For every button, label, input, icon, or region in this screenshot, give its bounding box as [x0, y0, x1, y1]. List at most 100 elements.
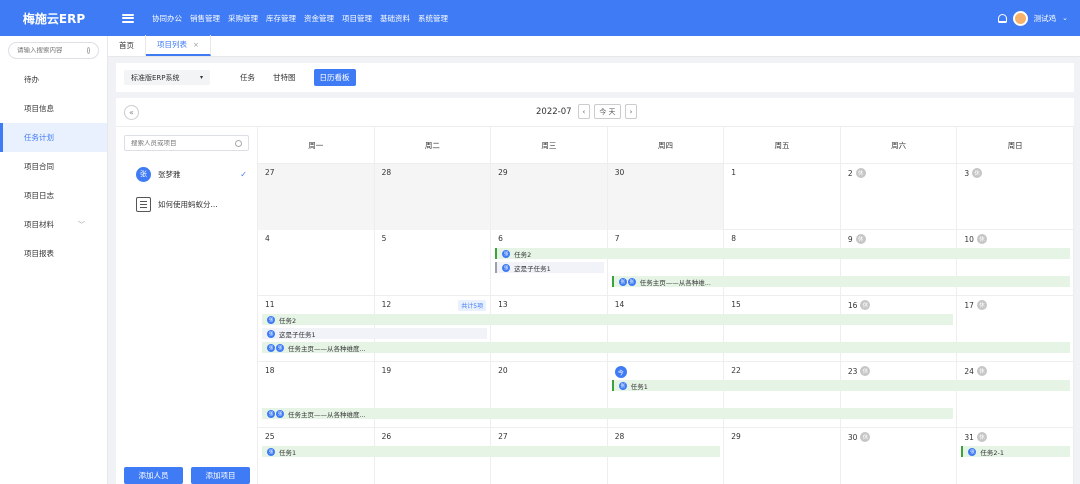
task-bar[interactable]: 张张任务主页——从各种维...: [611, 276, 1070, 287]
sidebar-item-label: 待办: [24, 75, 39, 84]
user-name[interactable]: 测试鸡: [1034, 13, 1057, 24]
day-number: 26: [382, 432, 392, 441]
member-item[interactable]: 张 张梦雅 ✓: [116, 159, 257, 189]
nav-item-inventory[interactable]: 库存管理: [266, 13, 296, 24]
tab-calendar-board[interactable]: 日历看板: [313, 69, 356, 86]
calendar-day-cell[interactable]: 2休: [841, 164, 958, 230]
day-number-text: 3: [964, 168, 970, 178]
menu-toggle-icon[interactable]: [122, 13, 134, 23]
member-search-input[interactable]: [131, 139, 221, 147]
rest-day-badge: 休: [976, 432, 987, 442]
top-bar: 梅施云ERP 协同办公 销售管理 采购管理 库存管理 资金管理 项目管理 基础资…: [0, 0, 1080, 36]
chevron-down-icon[interactable]: ⌄: [1062, 14, 1068, 22]
calendar-day-cell[interactable]: 27: [258, 164, 375, 230]
tab-home[interactable]: 首页: [108, 35, 146, 56]
nav-item-system[interactable]: 系统管理: [418, 13, 448, 24]
calendar-day-cell[interactable]: 30 休: [841, 428, 958, 484]
assignee-avatar: 张: [627, 277, 636, 286]
search-icon[interactable]: [235, 139, 242, 147]
calendar-day-cell[interactable]: 28: [374, 164, 492, 230]
current-month: 2022-07: [536, 106, 572, 117]
day-number-text: 28: [614, 432, 625, 441]
more-tasks-badge[interactable]: 共计5项: [458, 300, 487, 311]
calendar-day-cell[interactable]: 1: [724, 164, 841, 230]
calendar-week-row: 25 26 27 28 29 30 休 31 休张任务1 张任务2-1: [258, 428, 1074, 484]
sidebar-item-project-material[interactable]: 项目材料 ﹀: [0, 210, 107, 239]
tab-project-list[interactable]: 项目列表 ×: [146, 35, 211, 56]
user-avatar[interactable]: [1012, 10, 1028, 26]
weekday-header: 周一 周二 周三 周四 周五 周六 周日: [258, 127, 1074, 164]
rest-day-badge: 休: [976, 300, 987, 310]
sidebar-item-label: 任务计划: [24, 133, 54, 142]
calendar-header: « 2022-07 ‹ 今 天 ›: [116, 98, 1074, 127]
add-member-button[interactable]: 添加人员: [124, 467, 183, 484]
sidebar-item-todo[interactable]: 待办: [0, 65, 107, 94]
today-button[interactable]: 今 天: [594, 104, 621, 119]
nav-item-purchase[interactable]: 采购管理: [228, 13, 258, 24]
day-number-text: 25: [265, 432, 275, 441]
assignee-avatar: 张: [267, 409, 275, 418]
weekday-label: 周六: [841, 127, 958, 163]
bell-icon[interactable]: [997, 13, 1007, 23]
nav-item-basic-data[interactable]: 基础资料: [380, 13, 410, 24]
calendar-week-row: 27 28 29 30 1 2 休 3 休: [258, 164, 1074, 230]
day-number-text: 30: [614, 168, 625, 177]
day-number: 29: [498, 168, 508, 177]
day-number-text: 6: [498, 234, 503, 243]
sidebar-item-project-contract[interactable]: 项目合同: [0, 152, 107, 181]
day-number-text: 4: [265, 234, 270, 243]
task-title: 任务主页——从各种维度...: [288, 344, 366, 353]
check-icon: ✓: [240, 169, 247, 179]
day-number: 18: [265, 366, 275, 375]
day-number-text: 20: [498, 366, 508, 375]
calendar-day-cell[interactable]: 3休: [957, 164, 1074, 230]
calendar-day-cell[interactable]: 29: [724, 428, 841, 484]
task-bar[interactable]: 张任务1: [262, 446, 721, 457]
day-number: 20: [498, 366, 508, 375]
collapse-left-icon[interactable]: «: [124, 105, 139, 120]
tab-tasks[interactable]: 任务: [240, 72, 255, 83]
prev-month-button[interactable]: ‹: [577, 104, 591, 119]
day-number: 19: [382, 366, 392, 375]
nav-item-collab[interactable]: 协同办公: [152, 13, 182, 24]
task-bar[interactable]: 张张任务主页——从各种维度...: [262, 408, 954, 419]
calendar-day-cell[interactable]: 24 休: [957, 362, 1074, 428]
calendar-day-cell[interactable]: 30: [607, 164, 725, 230]
assignee-avatar: 张: [267, 343, 275, 352]
app-logo[interactable]: 梅施云ERP: [0, 10, 108, 27]
sidebar-item-project-report[interactable]: 项目报表: [0, 239, 107, 268]
sidebar-item-project-log[interactable]: 项目日志: [0, 181, 107, 210]
sidebar-item-label: 项目合同: [24, 162, 54, 171]
day-number: 12: [382, 300, 392, 309]
calendar-day-cell[interactable]: 4: [258, 230, 375, 296]
member-actions: 添加人员 添加项目: [124, 467, 250, 484]
sidebar-item-project-info[interactable]: 项目信息: [0, 94, 107, 123]
page-tab-strip: 首页 项目列表 ×: [108, 35, 1080, 57]
search-icon[interactable]: [87, 47, 90, 54]
task-bar[interactable]: 张任务2-1: [961, 446, 1070, 457]
project-item[interactable]: 如何使用蚂蚁分...: [116, 189, 257, 219]
nav-item-sales[interactable]: 销售管理: [190, 13, 220, 24]
nav-item-project[interactable]: 项目管理: [342, 13, 372, 24]
nav-item-finance[interactable]: 资金管理: [304, 13, 334, 24]
day-number: 今: [614, 366, 627, 378]
calendar-day-cell[interactable]: 29: [491, 164, 608, 230]
rest-day-badge: 休: [855, 234, 866, 244]
add-project-button[interactable]: 添加项目: [191, 467, 250, 484]
task-bar[interactable]: 张张任务主页——从各种维度...: [262, 342, 1070, 353]
chevron-down-icon[interactable]: ﹀: [78, 220, 85, 230]
next-month-button[interactable]: ›: [624, 104, 638, 119]
sidebar-search-input[interactable]: [17, 47, 87, 54]
task-bar[interactable]: 张任务2: [262, 314, 954, 325]
day-number: 31 休: [964, 432, 987, 442]
tab-gantt[interactable]: 甘特图: [273, 72, 296, 83]
task-bar[interactable]: 张这是子任务1: [262, 328, 488, 339]
assignee-avatar: 张: [502, 263, 511, 272]
task-bar[interactable]: 张这是子任务1: [495, 262, 604, 273]
template-select[interactable]: 标准版ERP系统 ▾: [124, 70, 210, 85]
sidebar-item-task-plan[interactable]: 任务计划: [0, 123, 107, 152]
task-bar[interactable]: 张任务1: [611, 380, 1070, 391]
task-bar[interactable]: 张任务2: [495, 248, 1070, 259]
calendar-day-cell[interactable]: 5: [375, 230, 492, 296]
close-icon[interactable]: ×: [193, 41, 199, 49]
